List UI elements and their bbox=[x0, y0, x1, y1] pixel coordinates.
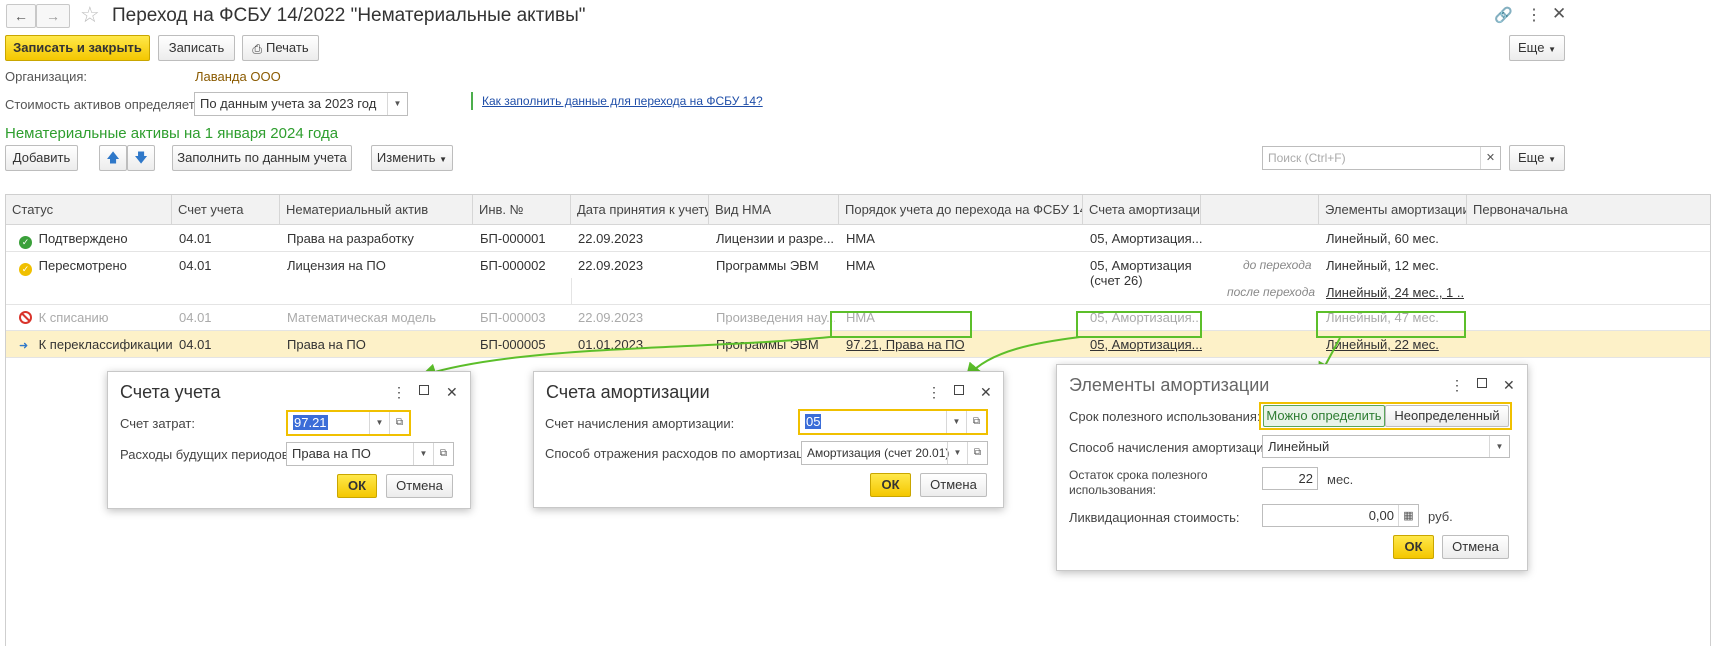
ok-button[interactable]: ОК bbox=[1393, 535, 1434, 559]
cancel-button[interactable]: Отмена bbox=[386, 474, 453, 498]
method-field[interactable]: Линейный ▼ bbox=[1262, 435, 1510, 458]
calculator-icon[interactable]: ▦ bbox=[1398, 505, 1418, 526]
maximize-icon[interactable] bbox=[419, 385, 429, 395]
remain-value: 22 bbox=[1298, 471, 1313, 486]
amort-dialog: Счета амортизации ⋮ ✕ Счет начисления ам… bbox=[533, 371, 1004, 508]
maximize-icon[interactable] bbox=[954, 385, 964, 395]
ok-button[interactable]: ОК bbox=[337, 474, 377, 498]
more-vert-icon[interactable]: ⋮ bbox=[1450, 377, 1464, 394]
chevron-down-icon[interactable]: ▼ bbox=[1489, 436, 1509, 457]
maximize-icon[interactable] bbox=[1477, 378, 1487, 388]
open-icon[interactable]: ⧉ bbox=[966, 411, 986, 433]
chevron-down-icon[interactable]: ▼ bbox=[369, 412, 389, 434]
remain-label-line1: Остаток срока полезного bbox=[1069, 468, 1208, 482]
amort-dialog-title: Счета амортизации bbox=[546, 382, 710, 402]
amort-account-value: 05 bbox=[805, 414, 822, 429]
more-vert-icon[interactable]: ⋮ bbox=[927, 384, 941, 401]
amort-account-label: Счет начисления амортизации: bbox=[545, 416, 735, 431]
remain-label-line2: использования: bbox=[1069, 483, 1156, 497]
chevron-down-icon[interactable]: ▼ bbox=[413, 443, 433, 465]
arrow-to-accounts bbox=[420, 336, 831, 380]
rbp-value: Права на ПО bbox=[292, 446, 371, 461]
ok-button[interactable]: ОК bbox=[870, 473, 911, 497]
cancel-button[interactable]: Отмена bbox=[1442, 535, 1509, 559]
elements-dialog: Элементы амортизации ⋮ ✕ Срок полезного … bbox=[1056, 364, 1528, 571]
amort-account-field[interactable]: 05 ▼ ⧉ bbox=[798, 409, 988, 435]
cost-account-value: 97.21 bbox=[293, 415, 328, 430]
amort-method-value: Амортизация (счет 20.01) bbox=[807, 446, 950, 460]
accounts-dialog-title: Счета учета bbox=[120, 382, 221, 402]
cost-account-label: Счет затрат: bbox=[120, 416, 195, 431]
chevron-down-icon[interactable]: ▼ bbox=[947, 442, 967, 464]
open-icon[interactable]: ⧉ bbox=[967, 442, 987, 464]
liq-label: Ликвидационная стоимость: bbox=[1069, 510, 1240, 525]
remain-unit: мес. bbox=[1327, 472, 1354, 487]
close-icon[interactable]: ✕ bbox=[1503, 377, 1515, 394]
remain-field[interactable]: 22 bbox=[1262, 467, 1318, 490]
method-value: Линейный bbox=[1268, 439, 1330, 454]
liq-unit: руб. bbox=[1428, 509, 1453, 524]
cost-account-field[interactable]: 97.21 ▼ ⧉ bbox=[286, 410, 411, 436]
more-vert-icon[interactable]: ⋮ bbox=[392, 384, 406, 401]
life-indefinite-button[interactable]: Неопределенный bbox=[1385, 405, 1509, 427]
rbp-field[interactable]: Права на ПО ▼ ⧉ bbox=[286, 442, 454, 466]
open-icon[interactable]: ⧉ bbox=[433, 443, 453, 465]
accounts-dialog: Счета учета ⋮ ✕ Счет затрат: 97.21 ▼ ⧉ Р… bbox=[107, 371, 471, 509]
elements-dialog-title: Элементы амортизации bbox=[1069, 375, 1270, 395]
close-icon[interactable]: ✕ bbox=[446, 384, 458, 401]
liq-field[interactable]: 0,00 ▦ bbox=[1262, 504, 1419, 527]
liq-value: 0,00 bbox=[1368, 508, 1394, 523]
cancel-button[interactable]: Отмена bbox=[920, 473, 987, 497]
method-label: Способ начисления амортизации: bbox=[1069, 440, 1275, 455]
life-determinable-button[interactable]: Можно определить bbox=[1263, 405, 1385, 427]
chevron-down-icon[interactable]: ▼ bbox=[946, 411, 966, 433]
life-label: Срок полезного использования: bbox=[1069, 409, 1261, 424]
amort-method-field[interactable]: Амортизация (счет 20.01) ▼ ⧉ bbox=[801, 441, 988, 465]
close-icon[interactable]: ✕ bbox=[980, 384, 992, 401]
rbp-label: Расходы будущих периодов: bbox=[120, 447, 293, 462]
amort-method-label: Способ отражения расходов по амортизации… bbox=[545, 446, 822, 461]
open-icon[interactable]: ⧉ bbox=[389, 412, 409, 434]
